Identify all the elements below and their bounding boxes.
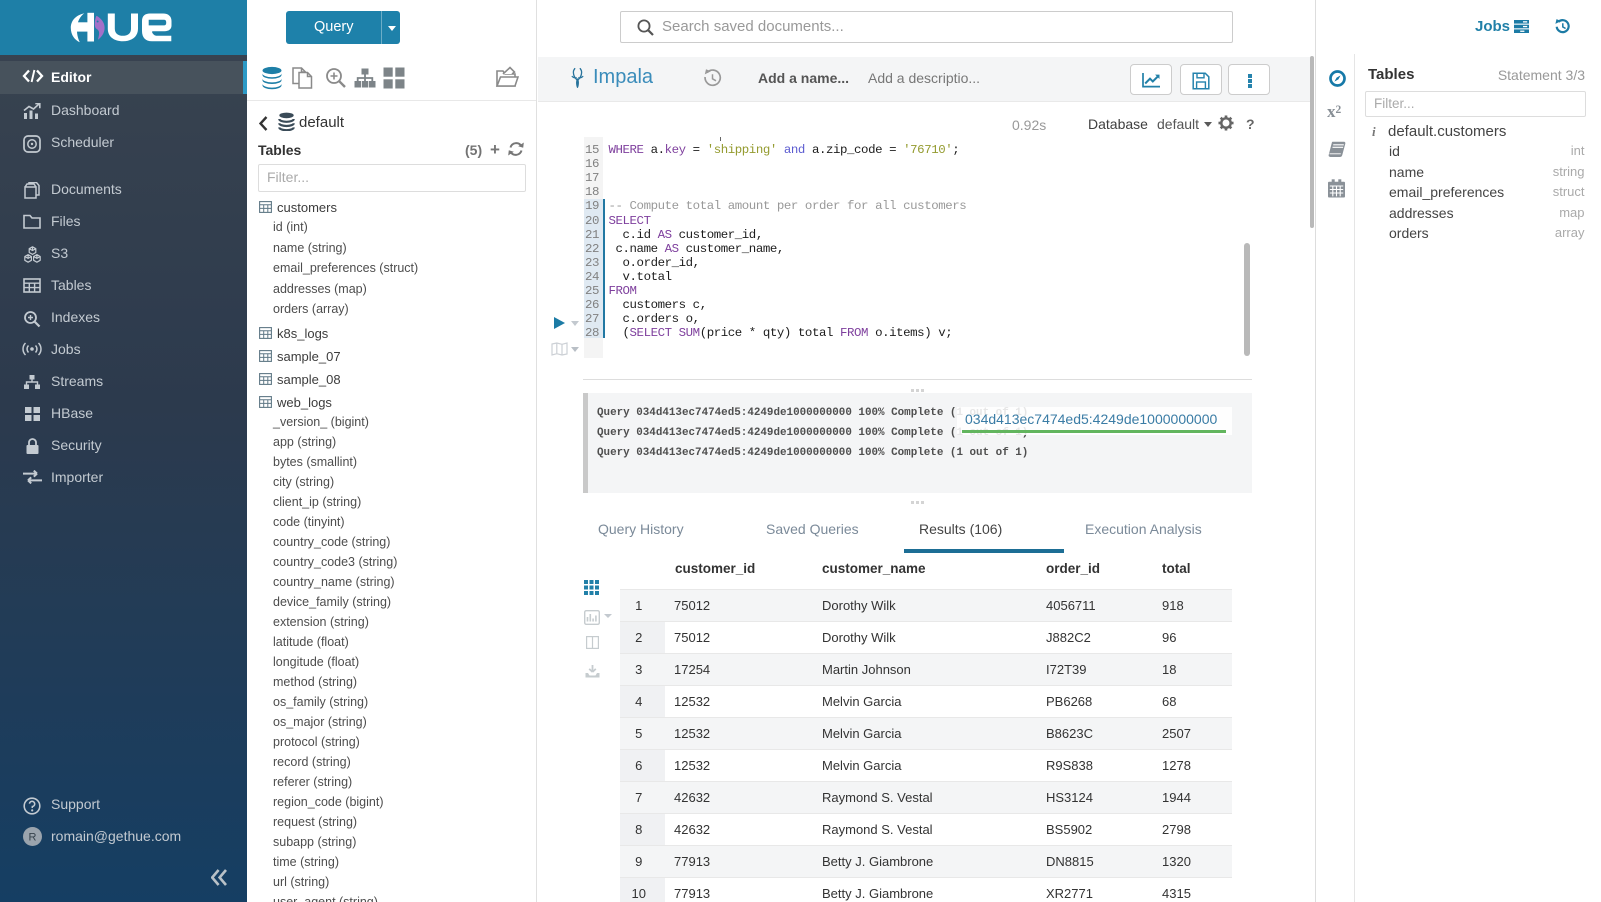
svg-text:R: R <box>28 832 36 844</box>
